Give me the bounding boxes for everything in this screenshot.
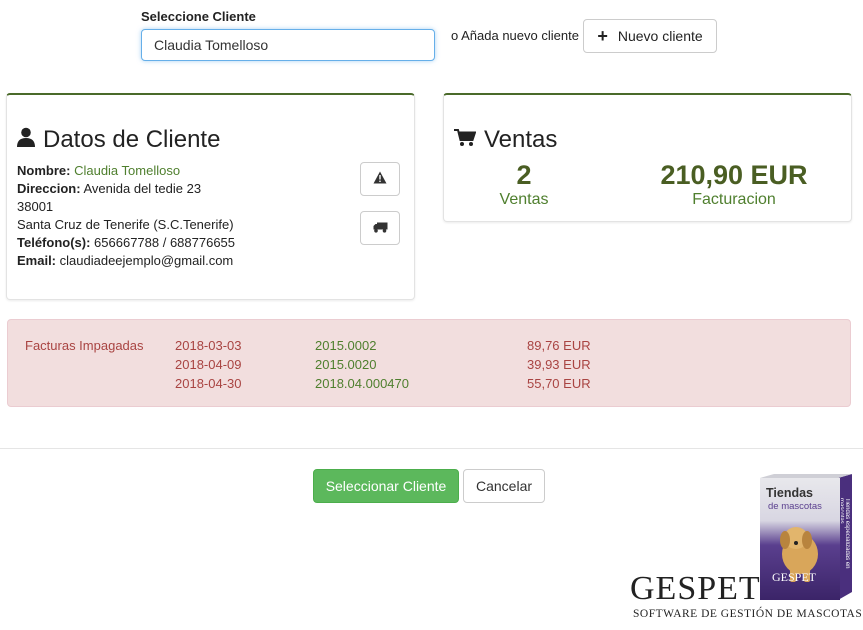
box-title: Tiendas bbox=[766, 486, 814, 500]
client-data-panel: Datos de Cliente Nombre: Claudia Tomello… bbox=[6, 93, 415, 300]
sales-title: Ventas bbox=[454, 126, 557, 154]
invoice-amount: 55,70 EUR bbox=[527, 376, 591, 391]
sales-title-text: Ventas bbox=[484, 126, 558, 153]
gespet-logo: GESPET bbox=[630, 570, 761, 607]
client-city: Santa Cruz de Tenerife (S.C.Tenerife) bbox=[17, 217, 234, 232]
invoice-number: 2015.0020 bbox=[315, 357, 377, 372]
invoice-amount: 89,76 EUR bbox=[527, 338, 591, 353]
client-data-title-text: Datos de Cliente bbox=[43, 126, 221, 153]
select-client-label: Seleccione Cliente bbox=[141, 9, 256, 24]
client-postal: 38001 bbox=[17, 199, 54, 214]
new-client-label: Nuevo cliente bbox=[617, 28, 703, 44]
shopping-cart-icon bbox=[454, 126, 477, 154]
sales-count: 2 bbox=[516, 160, 532, 190]
invoice-date: 2018-03-03 bbox=[175, 338, 242, 353]
or-add-new-text: o Añada nuevo cliente bbox=[451, 28, 579, 43]
invoice-amount: 39,93 EUR bbox=[527, 357, 591, 372]
invoice-date: 2018-04-09 bbox=[175, 357, 242, 372]
product-box-image: Tiendas de mascotas GESPET Tiendas espec… bbox=[758, 474, 854, 602]
invoice-date: 2018-04-30 bbox=[175, 376, 242, 391]
box-side-text: Tiendas especializadas en mascotas bbox=[841, 498, 850, 569]
box-subtitle: de mascotas bbox=[768, 501, 822, 512]
client-phone: 656667788 / 688776655 bbox=[94, 235, 236, 250]
client-address-row: Direccion: Avenida del tedie 23 bbox=[17, 181, 201, 196]
new-client-button[interactable]: + Nuevo cliente bbox=[583, 19, 717, 53]
warning-button[interactable] bbox=[360, 162, 400, 196]
sales-count-block: 2 Ventas bbox=[464, 160, 584, 209]
gespet-tagline: SOFTWARE DE GESTIÓN DE MASCOTAS bbox=[633, 608, 863, 620]
sales-count-label: Ventas bbox=[499, 191, 549, 208]
billing-label: Facturacion bbox=[692, 191, 776, 208]
sales-panel: Ventas 2 Ventas 210,90 EUR Facturacion bbox=[443, 93, 852, 222]
cancel-button[interactable]: Cancelar bbox=[463, 469, 545, 503]
client-phone-row: Teléfono(s): 656667788 / 688776655 bbox=[17, 235, 235, 250]
client-name-link[interactable]: Claudia Tomelloso bbox=[74, 163, 180, 178]
user-icon bbox=[17, 126, 35, 154]
client-email-row: Email: claudiadeejemplo@gmail.com bbox=[17, 253, 233, 268]
unpaid-invoices-alert: Facturas Impagadas 2018-03-03 2015.0002 … bbox=[7, 319, 851, 407]
phone-label: Teléfono(s): bbox=[17, 235, 91, 250]
client-address: Avenida del tedie 23 bbox=[83, 181, 202, 196]
billing-block: 210,90 EUR Facturacion bbox=[639, 160, 829, 209]
footer-divider bbox=[0, 448, 863, 449]
address-label: Direccion: bbox=[17, 181, 81, 196]
email-label: Email: bbox=[17, 253, 57, 268]
invoice-number: 2018.04.000470 bbox=[315, 376, 409, 391]
billing-amount: 210,90 EUR bbox=[660, 160, 808, 190]
shipping-button[interactable] bbox=[360, 211, 400, 245]
client-search-input[interactable] bbox=[141, 29, 435, 61]
select-client-button[interactable]: Seleccionar Cliente bbox=[313, 469, 459, 503]
warning-icon bbox=[373, 171, 387, 187]
client-name-row: Nombre: Claudia Tomelloso bbox=[17, 163, 180, 178]
name-label: Nombre: bbox=[17, 163, 71, 178]
truck-icon bbox=[373, 221, 388, 236]
client-data-title: Datos de Cliente bbox=[17, 126, 220, 154]
plus-icon: + bbox=[597, 26, 608, 46]
unpaid-invoices-label: Facturas Impagadas bbox=[25, 338, 144, 353]
box-logo: GESPET bbox=[772, 570, 817, 584]
invoice-number: 2015.0002 bbox=[315, 338, 377, 353]
client-email: claudiadeejemplo@gmail.com bbox=[59, 253, 234, 268]
